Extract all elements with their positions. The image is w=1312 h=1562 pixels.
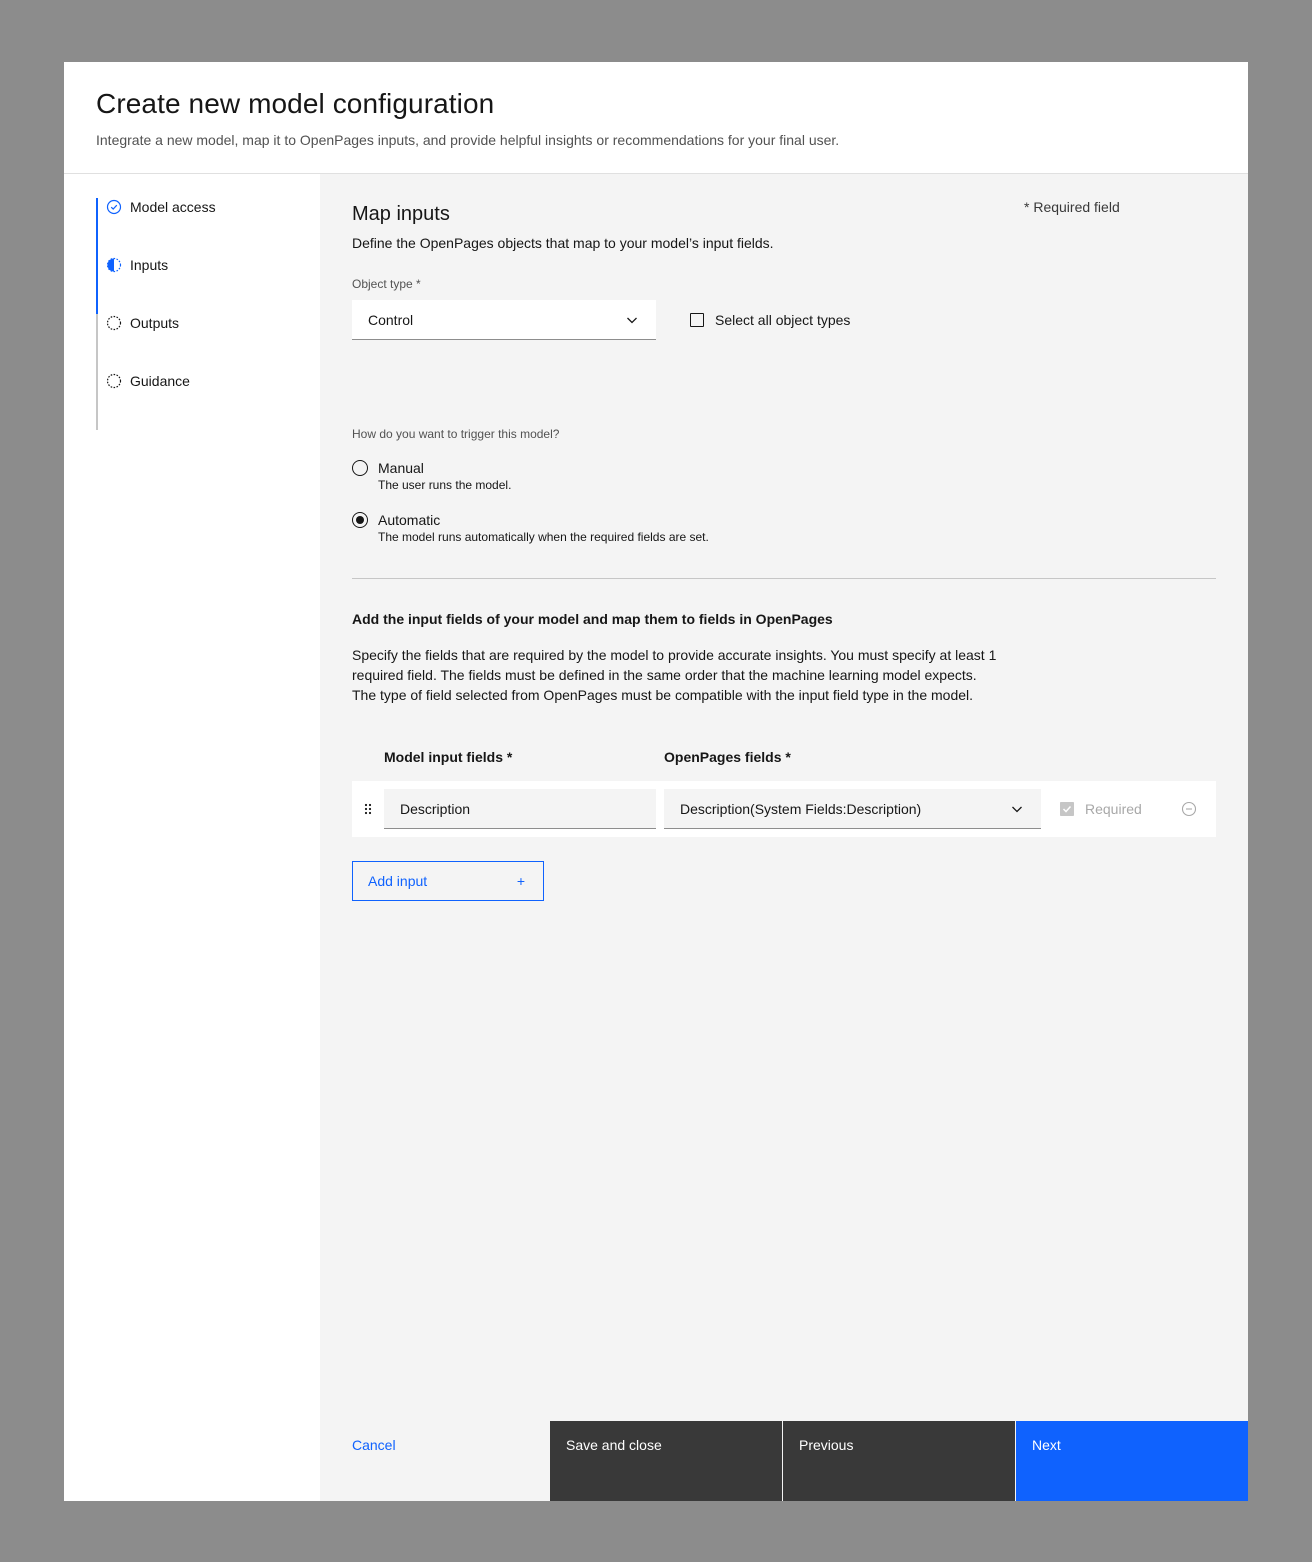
save-and-close-button[interactable]: Save and close bbox=[550, 1421, 782, 1501]
step-model-access[interactable]: Model access bbox=[106, 192, 216, 222]
required-checkbox[interactable]: Required bbox=[1060, 801, 1142, 817]
required-label: Required bbox=[1085, 801, 1142, 817]
step-label: Guidance bbox=[130, 373, 190, 389]
half-circle-icon bbox=[106, 257, 122, 273]
modal-subtitle: Integrate a new model, map it to OpenPag… bbox=[96, 132, 840, 148]
progress-sidebar: Model access Inputs Outputs Guidance bbox=[64, 174, 320, 1501]
required-field-note: * Required field bbox=[1024, 199, 1120, 215]
modal: Create new model configuration Integrate… bbox=[64, 62, 1248, 1501]
step-guidance[interactable]: Guidance bbox=[106, 366, 190, 396]
radio-automatic[interactable]: Automatic The model runs automatically w… bbox=[352, 510, 709, 544]
step-label: Outputs bbox=[130, 315, 180, 331]
openpages-field-value: Description(System Fields:Description) bbox=[680, 800, 922, 817]
progress-track-active bbox=[96, 198, 98, 314]
checkbox-box[interactable] bbox=[690, 313, 704, 327]
input-mapping-row: Description(System Fields:Description) R… bbox=[352, 781, 1216, 837]
section-description: Define the OpenPages objects that map to… bbox=[352, 235, 774, 251]
drag-handle-icon[interactable] bbox=[362, 801, 374, 817]
radio-manual[interactable]: Manual The user runs the model. bbox=[352, 458, 511, 492]
object-type-value: Control bbox=[368, 311, 414, 328]
add-input-label: Add input bbox=[368, 873, 428, 889]
step-outputs[interactable]: Outputs bbox=[106, 308, 179, 338]
object-type-dropdown[interactable]: Control bbox=[352, 300, 656, 340]
chevron-down-icon bbox=[627, 317, 637, 323]
chevron-down-icon bbox=[1012, 806, 1022, 812]
trigger-label: How do you want to trigger this model? bbox=[352, 427, 560, 441]
add-input-button[interactable]: Add input + bbox=[352, 861, 544, 901]
column-header-model-input: Model input fields * bbox=[384, 749, 513, 765]
add-icon: + bbox=[516, 873, 525, 889]
modal-title: Create new model configuration bbox=[96, 88, 495, 119]
subtract-circle-icon[interactable] bbox=[1181, 801, 1197, 817]
cancel-button[interactable]: Cancel bbox=[352, 1437, 396, 1453]
modal-footer: Cancel Save and close Previous Next bbox=[320, 1421, 1248, 1501]
radio-title: Manual bbox=[378, 460, 424, 476]
input-fields-heading: Add the input fields of your model and m… bbox=[352, 611, 833, 627]
section-title: Map inputs bbox=[352, 203, 450, 225]
checkmark-circle-icon bbox=[106, 199, 122, 215]
select-all-object-types-checkbox[interactable]: Select all object types bbox=[690, 312, 850, 328]
radio-description: The user runs the model. bbox=[378, 478, 512, 492]
dashed-circle-icon bbox=[106, 315, 122, 331]
column-header-openpages-fields: OpenPages fields * bbox=[664, 749, 791, 765]
model-input-field[interactable] bbox=[384, 789, 656, 829]
openpages-field-dropdown[interactable]: Description(System Fields:Description) bbox=[664, 789, 1041, 829]
dashed-circle-icon bbox=[106, 373, 122, 389]
step-inputs[interactable]: Inputs bbox=[106, 250, 168, 280]
section-divider bbox=[352, 578, 1216, 579]
radio-circle[interactable] bbox=[352, 460, 368, 476]
input-fields-description: Specify the fields that are required by … bbox=[352, 647, 997, 703]
checkmark-icon bbox=[1060, 802, 1074, 816]
radio-description: The model runs automatically when the re… bbox=[378, 530, 709, 544]
next-button[interactable]: Next bbox=[1016, 1421, 1248, 1501]
modal-header: Create new model configuration Integrate… bbox=[64, 62, 1248, 174]
select-all-label: Select all object types bbox=[715, 312, 851, 328]
step-label: Inputs bbox=[130, 257, 169, 273]
radio-circle[interactable] bbox=[352, 512, 368, 528]
previous-button[interactable]: Previous bbox=[783, 1421, 1015, 1501]
content-area: Map inputs * Required field Define the O… bbox=[320, 174, 1248, 1501]
object-type-label: Object type * bbox=[352, 277, 421, 291]
radio-title: Automatic bbox=[378, 512, 441, 528]
step-label: Model access bbox=[130, 199, 216, 215]
